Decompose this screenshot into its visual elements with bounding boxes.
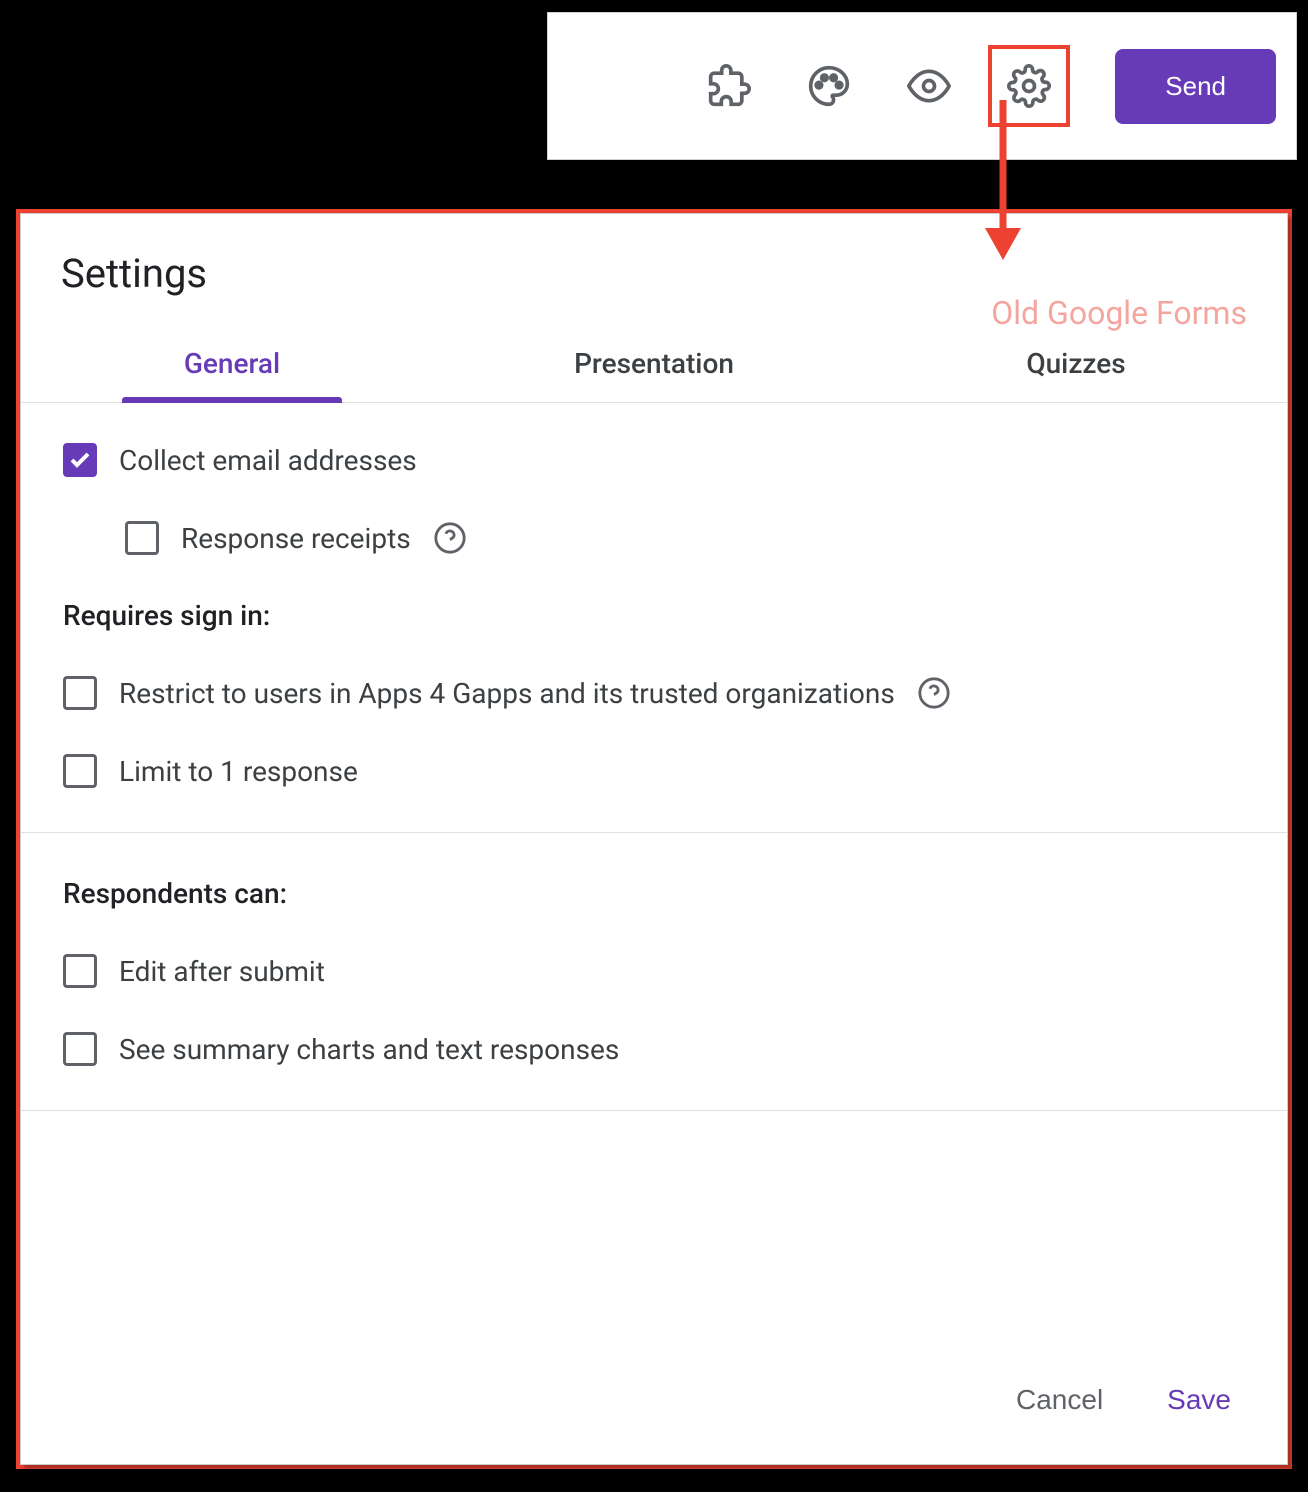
divider: [21, 1110, 1287, 1111]
preview-eye-icon[interactable]: [905, 62, 953, 110]
settings-dialog: Settings Old Google Forms General Presen…: [20, 213, 1288, 1465]
settings-body: Collect email addresses Response receipt…: [21, 403, 1287, 1346]
settings-gear-icon[interactable]: [1005, 62, 1053, 110]
dialog-title: Settings: [21, 214, 1287, 297]
forms-toolbar: Send: [547, 12, 1297, 160]
label-see-summary: See summary charts and text responses: [119, 1033, 619, 1066]
label-collect-email: Collect email addresses: [119, 444, 417, 477]
help-icon[interactable]: [917, 676, 951, 710]
checkbox-edit-after[interactable]: [63, 954, 97, 988]
settings-gear-highlight: [988, 45, 1070, 127]
checkbox-see-summary[interactable]: [63, 1032, 97, 1066]
tab-presentation[interactable]: Presentation: [443, 347, 865, 402]
checkbox-restrict[interactable]: [63, 676, 97, 710]
label-restrict: Restrict to users in Apps 4 Gapps and it…: [119, 677, 895, 710]
tab-general[interactable]: General: [21, 347, 443, 402]
dialog-footer: Cancel Save: [21, 1346, 1287, 1464]
section-signin: Requires sign in:: [63, 599, 1245, 632]
label-edit-after: Edit after submit: [119, 955, 325, 988]
send-button[interactable]: Send: [1115, 49, 1276, 124]
cancel-button[interactable]: Cancel: [1004, 1376, 1115, 1424]
settings-tabs: General Presentation Quizzes: [21, 347, 1287, 403]
label-response-receipts: Response receipts: [181, 522, 411, 555]
checkbox-collect-email[interactable]: [63, 443, 97, 477]
section-respondents: Respondents can:: [63, 877, 1245, 910]
watermark-text: Old Google Forms: [991, 294, 1247, 332]
checkbox-limit1[interactable]: [63, 754, 97, 788]
settings-dialog-highlight: Settings Old Google Forms General Presen…: [16, 209, 1292, 1469]
divider: [21, 832, 1287, 833]
label-limit1: Limit to 1 response: [119, 755, 358, 788]
addons-icon[interactable]: [705, 62, 753, 110]
checkbox-response-receipts[interactable]: [125, 521, 159, 555]
tab-quizzes[interactable]: Quizzes: [865, 347, 1287, 402]
help-icon[interactable]: [433, 521, 467, 555]
save-button[interactable]: Save: [1155, 1376, 1243, 1424]
palette-icon[interactable]: [805, 62, 853, 110]
